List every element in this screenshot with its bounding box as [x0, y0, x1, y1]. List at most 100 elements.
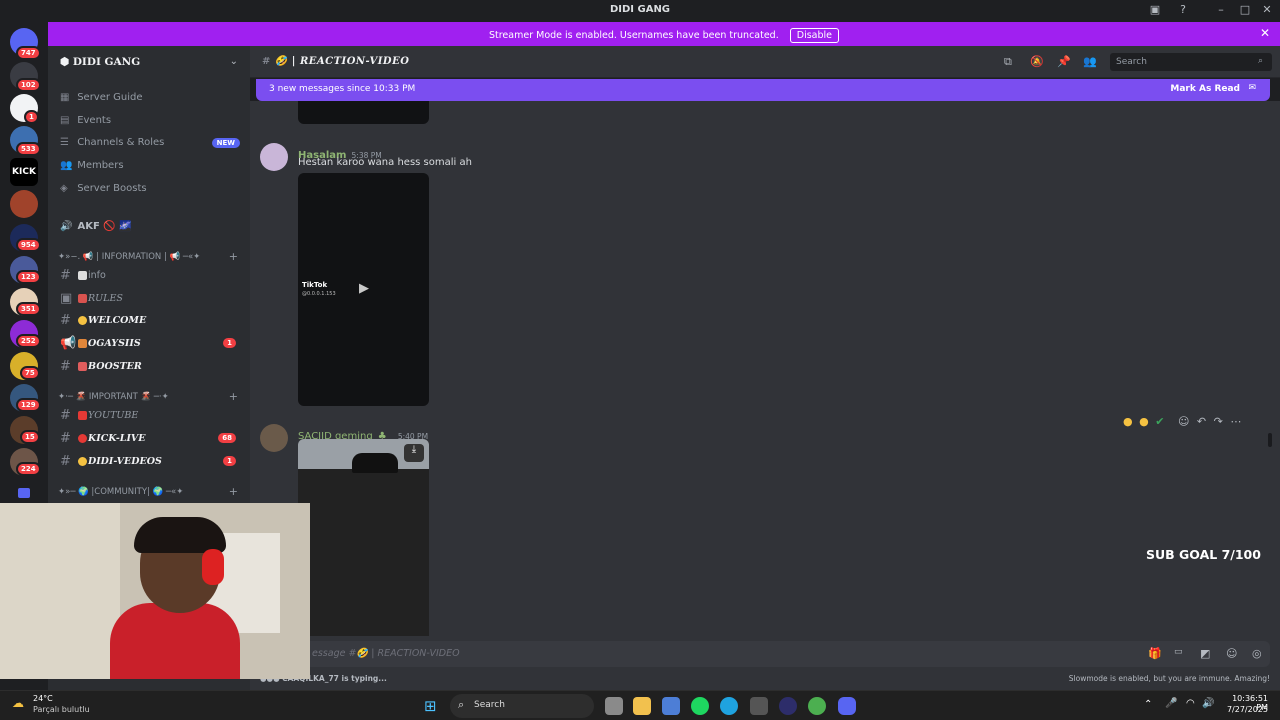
channel-youtube[interactable]: # YOUTUBE: [58, 406, 244, 426]
reply-icon[interactable]: ↶: [1197, 415, 1206, 428]
download-icon[interactable]: ⤓: [404, 444, 424, 462]
unread-badge: 1: [223, 456, 236, 466]
channel-title-label: REACTION-VIDEO: [299, 56, 410, 67]
add-channel-icon[interactable]: +: [229, 250, 238, 263]
server-icon[interactable]: 75: [10, 352, 40, 380]
hash-icon: #: [60, 313, 71, 328]
tiktok-video[interactable]: TikTok @0.0.0.1.153 ▶: [298, 173, 429, 406]
category-header[interactable]: ✦»−. 📢 | INFORMATION | 📢 ─«✦: [58, 252, 200, 262]
channel-info[interactable]: # info: [58, 266, 244, 286]
folder-icon[interactable]: [18, 488, 30, 498]
nav-label: Server Guide: [77, 92, 143, 103]
task-view-icon[interactable]: [605, 697, 623, 715]
add-channel-icon[interactable]: +: [229, 390, 238, 403]
category-header[interactable]: ✦·─ 🌋 IMPORTANT 🌋 ─·✦: [58, 392, 169, 402]
channel-ogaysiis[interactable]: 📢 OGAYSIIS 1: [58, 334, 244, 354]
clock-date[interactable]: 7/27/2025: [1224, 705, 1268, 714]
nav-events[interactable]: ▤ Events: [60, 115, 111, 126]
sticker-icon[interactable]: ◩: [1200, 647, 1210, 660]
gif-icon[interactable]: ▭: [1174, 647, 1183, 657]
server-icon[interactable]: 533: [10, 126, 41, 156]
channel-booster[interactable]: # BOOSTER: [58, 357, 244, 377]
channel-kick-live[interactable]: # KICK-LIVE 68: [58, 429, 244, 449]
kick-server-icon[interactable]: KICK: [10, 158, 38, 186]
pin-icon[interactable]: 📌: [1057, 55, 1071, 69]
avatar[interactable]: [260, 143, 288, 171]
close-banner-icon[interactable]: ✕: [1260, 26, 1270, 40]
add-channel-icon[interactable]: +: [229, 485, 238, 498]
server-icon[interactable]: 102: [10, 62, 41, 92]
edge-icon[interactable]: [720, 697, 738, 715]
windows-start-icon[interactable]: ⊞: [424, 697, 442, 715]
nav-members[interactable]: 👥 Members: [60, 160, 124, 171]
server-icon[interactable]: 123: [10, 256, 41, 284]
weather-temp[interactable]: 24°C: [33, 694, 53, 703]
channel-name: BOOSTER: [88, 361, 142, 372]
store-icon[interactable]: [662, 697, 680, 715]
home-icon[interactable]: 747: [10, 28, 41, 60]
badge: 15: [20, 430, 40, 444]
nav-channels-roles[interactable]: ☰ Channels & Roles: [60, 137, 164, 148]
server-icon[interactable]: [10, 190, 38, 218]
window-title: DIDI GANG: [609, 4, 671, 15]
new-messages-bar[interactable]: 3 new messages since 10:33 PM Mark As Re…: [256, 79, 1270, 101]
previous-media[interactable]: [298, 101, 429, 124]
help-icon[interactable]: ?: [1174, 3, 1192, 19]
add-reaction-icon[interactable]: ☺: [1178, 415, 1189, 428]
maximize-icon[interactable]: □: [1236, 3, 1254, 19]
mute-icon[interactable]: 🔕: [1030, 55, 1044, 69]
server-icon[interactable]: 15: [10, 416, 40, 444]
server-icon[interactable]: 954: [10, 224, 41, 252]
app-icon[interactable]: [779, 697, 797, 715]
reaction-rofl-icon[interactable]: ●: [1123, 415, 1133, 428]
server-icon[interactable]: 224: [10, 448, 41, 476]
mic-icon[interactable]: 🎤: [1165, 698, 1177, 709]
avatar[interactable]: [260, 424, 288, 452]
megaphone-icon: 📢: [60, 336, 77, 351]
video-attachment[interactable]: ⤓: [298, 439, 429, 636]
gift-icon[interactable]: 🎁: [1148, 647, 1162, 660]
server-icon[interactable]: 129: [10, 384, 41, 412]
channel-rules[interactable]: ▣ RULES: [58, 289, 244, 309]
app-icon[interactable]: [750, 697, 768, 715]
apps-icon[interactable]: ◎: [1252, 647, 1262, 660]
nav-server-guide[interactable]: ▦ Server Guide: [60, 92, 143, 103]
emoji-icon[interactable]: ☺: [1226, 647, 1237, 660]
minimize-icon[interactable]: –: [1212, 3, 1230, 19]
chevron-down-icon[interactable]: ⌄: [230, 56, 238, 67]
reaction-check-icon[interactable]: ✔: [1155, 415, 1164, 428]
search-input[interactable]: Search: [1110, 53, 1272, 71]
scrollbar[interactable]: [1268, 433, 1272, 447]
nav-server-boosts[interactable]: ◈ Server Boosts: [60, 183, 147, 194]
tray-chevron-icon[interactable]: ⌃: [1144, 699, 1152, 710]
voice-channel[interactable]: 🔊 AKF 🚫 🌌: [60, 221, 132, 232]
more-icon[interactable]: ⋯: [1230, 415, 1241, 428]
server-name[interactable]: ⬢ DIDI GANG: [60, 56, 140, 68]
server-icon[interactable]: 252: [10, 320, 41, 348]
threads-icon[interactable]: ⧉: [1004, 55, 1018, 69]
members-list-icon[interactable]: 👥: [1083, 55, 1097, 69]
inbox-icon[interactable]: ▣: [1146, 3, 1164, 19]
disable-button[interactable]: Disable: [789, 28, 840, 43]
close-window-icon[interactable]: ✕: [1258, 3, 1276, 19]
discord-icon[interactable]: [838, 697, 856, 715]
spotify-icon[interactable]: [691, 697, 709, 715]
file-explorer-icon[interactable]: [633, 697, 651, 715]
volume-icon[interactable]: 🔊: [1202, 698, 1214, 709]
category-header[interactable]: ✦»─ 🌍 |COMMUNITY| 🌍 ─«✦: [58, 487, 183, 497]
wifi-icon[interactable]: ◠: [1186, 698, 1195, 709]
server-icon[interactable]: 351: [10, 288, 41, 316]
mark-as-read-button[interactable]: Mark As Read: [1170, 84, 1240, 94]
play-icon[interactable]: ▶: [359, 281, 369, 296]
badge: 75: [20, 366, 40, 380]
forward-icon[interactable]: ↷: [1214, 415, 1223, 428]
smile-icon: [78, 457, 87, 466]
reaction-joy-icon[interactable]: ●: [1139, 415, 1149, 428]
message-input[interactable]: essage #🤣 | REACTION-VIDEO 🎁 ▭ ◩ ☺ ◎: [256, 641, 1270, 667]
server-icon[interactable]: 1: [10, 94, 39, 124]
channel-didi-vedeos[interactable]: # DIDI-VEDEOS 1: [58, 452, 244, 472]
headphones-icon: [202, 549, 224, 585]
chrome-icon[interactable]: [808, 697, 826, 715]
taskbar-search[interactable]: ⌕ Search: [450, 694, 594, 718]
channel-welcome[interactable]: # WELCOME: [58, 311, 244, 331]
